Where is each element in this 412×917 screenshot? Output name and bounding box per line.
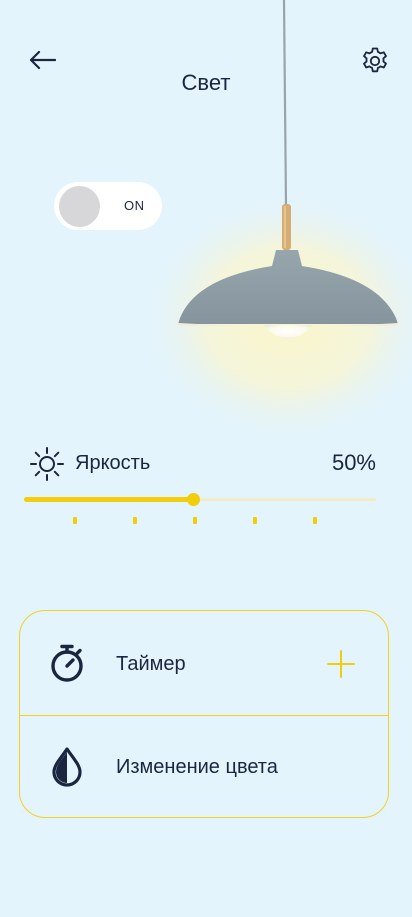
drop-icon <box>52 747 82 787</box>
plus-icon[interactable] <box>324 647 358 681</box>
stopwatch-icon <box>51 644 83 682</box>
slider-tick <box>193 517 197 524</box>
timer-row[interactable]: Таймер <box>20 611 388 715</box>
slider-tick <box>313 517 317 524</box>
sun-icon <box>30 447 64 481</box>
slider-tick <box>133 517 137 524</box>
brightness-value: 50% <box>331 450 376 475</box>
brightness-label: Яркость <box>75 452 151 474</box>
color-change-row[interactable]: Изменение цвета <box>20 716 388 820</box>
options-card: Таймер Изменение цвета <box>19 610 389 818</box>
timer-label: Таймер <box>116 653 186 675</box>
power-toggle[interactable]: ON <box>54 182 162 230</box>
brightness-slider[interactable] <box>24 486 376 514</box>
toggle-knob <box>59 186 100 227</box>
lamp-illustration <box>138 0 412 440</box>
slider-fill <box>24 497 193 502</box>
toggle-label: ON <box>124 198 145 213</box>
arrow-left-icon <box>29 50 56 70</box>
slider-tick <box>73 517 77 524</box>
slider-tick <box>253 517 257 524</box>
color-change-label: Изменение цвета <box>116 756 278 778</box>
slider-thumb[interactable] <box>187 493 200 506</box>
